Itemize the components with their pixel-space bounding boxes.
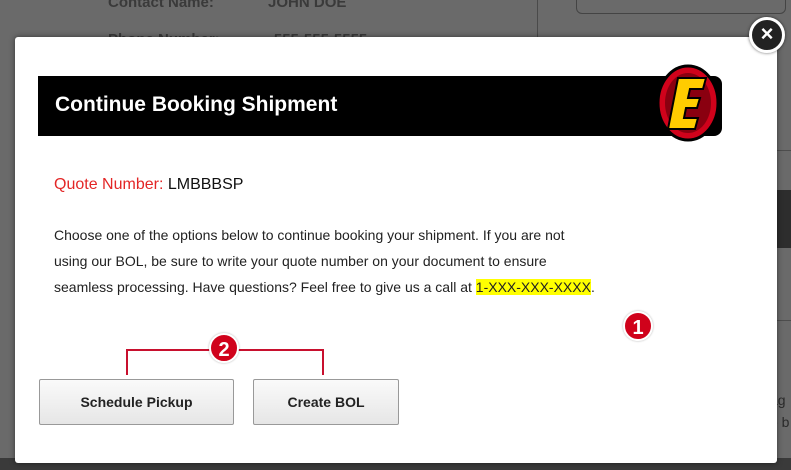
callout-bracket-left [126, 349, 214, 375]
background-contact-name: Contact Name: JOHN DOE [108, 0, 346, 11]
schedule-pickup-button[interactable]: Schedule Pickup [39, 379, 234, 425]
modal-title-bar: Continue Booking Shipment [38, 76, 722, 136]
instructions-line-prefix: seamless processing. Have questions? Fee… [54, 279, 472, 295]
estes-logo-icon [656, 64, 720, 142]
background-contact-panel: Contact Name: JOHN DOE Phone Number: 555… [38, 0, 538, 48]
quote-number-row: Quote Number: LMBBBSP [54, 176, 243, 194]
instructions-line: Choose one of the options below to conti… [54, 227, 565, 243]
callout-badge-1: 1 [623, 311, 653, 341]
modal-title: Continue Booking Shipment [55, 93, 338, 116]
instructions-line: using our BOL, be sure to write your quo… [54, 253, 547, 269]
contact-name-label: Contact Name: [108, 0, 214, 11]
create-bol-button[interactable]: Create BOL [253, 379, 399, 425]
contact-name-value: JOHN DOE [268, 0, 347, 11]
background-input [576, 0, 786, 14]
instructions-line: seamless processing. Have questions? Fee… [54, 274, 734, 300]
instructions-text: Choose one of the options below to conti… [54, 222, 734, 300]
close-button[interactable]: × [749, 17, 785, 53]
quote-number-label: Quote Number: [54, 176, 164, 193]
phone-number-highlight: 1-XXX-XXX-XXXX [475, 279, 591, 295]
callout-bracket-right [238, 349, 324, 375]
instructions-line-suffix: . [590, 279, 595, 295]
close-icon: × [760, 21, 774, 46]
quote-number-value: LMBBBSP [167, 176, 244, 193]
callout-badge-2: 2 [209, 333, 239, 363]
